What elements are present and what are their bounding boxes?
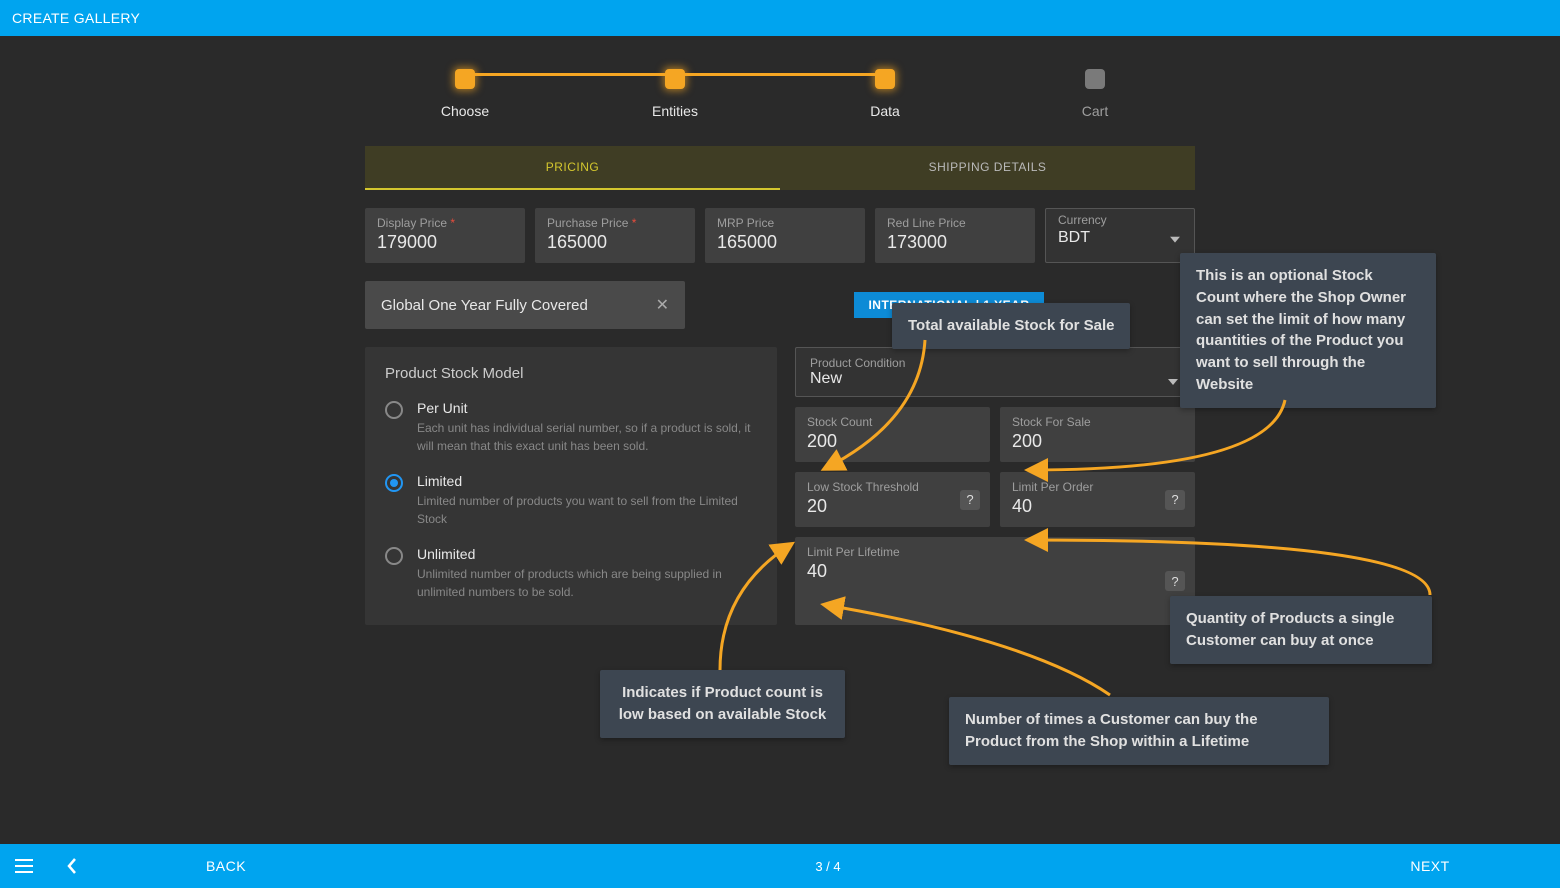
radio-desc: Unlimited number of products which are b… (417, 565, 757, 601)
step-box (1085, 69, 1105, 89)
back-button[interactable]: BACK (96, 858, 356, 874)
step-box (665, 69, 685, 89)
field-label: Limit Per Lifetime (807, 545, 1183, 559)
low-threshold-field[interactable]: Low Stock Threshold 20 ? (795, 472, 990, 527)
field-value: BDT (1058, 229, 1182, 247)
chevron-down-icon (1170, 229, 1180, 245)
warranty-text: Global One Year Fully Covered (381, 297, 588, 314)
header: CREATE GALLERY (0, 0, 1560, 36)
field-value: 165000 (717, 232, 853, 253)
step-box (875, 69, 895, 89)
header-title: CREATE GALLERY (12, 10, 140, 26)
callout-limit-order: Quantity of Products a single Customer c… (1170, 596, 1432, 664)
field-label: Low Stock Threshold (807, 480, 978, 494)
field-value: 40 (807, 561, 1183, 582)
close-icon[interactable]: ✕ (656, 295, 669, 315)
field-value: 200 (1012, 431, 1183, 452)
stock-model-panel: Product Stock Model Per Unit Each unit h… (365, 347, 777, 625)
help-icon[interactable]: ? (960, 490, 980, 510)
field-label: Purchase Price * (547, 216, 683, 230)
tab-bar: PRICING SHIPPING DETAILS (365, 146, 1195, 190)
radio-desc: Limited number of products you want to s… (417, 492, 757, 528)
callout-total-stock: Total available Stock for Sale (892, 303, 1130, 349)
field-value: 165000 (547, 232, 683, 253)
tab-shipping[interactable]: SHIPPING DETAILS (780, 146, 1195, 190)
step-label: Choose (441, 103, 489, 119)
step-cart[interactable]: Cart (990, 69, 1200, 119)
step-label: Entities (652, 103, 698, 119)
warranty-input[interactable]: Global One Year Fully Covered ✕ (365, 281, 685, 329)
purchase-price-field[interactable]: Purchase Price * 165000 (535, 208, 695, 263)
help-icon[interactable]: ? (1165, 571, 1185, 591)
callout-stock-for-sale: This is an optional Stock Count where th… (1180, 253, 1436, 408)
product-condition-select[interactable]: Product Condition New (795, 347, 1195, 397)
field-label: Display Price * (377, 216, 513, 230)
radio-icon[interactable] (385, 474, 403, 492)
radio-icon[interactable] (385, 401, 403, 419)
field-label: Stock For Sale (1012, 415, 1183, 429)
mrp-price-field[interactable]: MRP Price 165000 (705, 208, 865, 263)
display-price-field[interactable]: Display Price * 179000 (365, 208, 525, 263)
red-line-price-field[interactable]: Red Line Price 173000 (875, 208, 1035, 263)
back-icon[interactable] (48, 858, 96, 874)
radio-desc: Each unit has individual serial number, … (417, 419, 757, 455)
step-box (455, 69, 475, 89)
field-value: 179000 (377, 232, 513, 253)
field-label: Red Line Price (887, 216, 1023, 230)
field-value: 200 (807, 431, 978, 452)
currency-select[interactable]: Currency BDT (1045, 208, 1195, 263)
step-label: Data (870, 103, 900, 119)
radio-label: Limited (417, 473, 757, 489)
menu-icon[interactable] (0, 859, 48, 873)
step-choose[interactable]: Choose (360, 69, 570, 119)
field-label: Limit Per Order (1012, 480, 1183, 494)
chevron-down-icon (1168, 372, 1178, 388)
help-icon[interactable]: ? (1165, 490, 1185, 510)
stepper: Choose Entities Data Cart (0, 64, 1560, 124)
limit-per-lifetime-field[interactable]: Limit Per Lifetime 40 ? (795, 537, 1195, 625)
stock-for-sale-field[interactable]: Stock For Sale 200 (1000, 407, 1195, 462)
radio-label: Unlimited (417, 546, 757, 562)
next-button[interactable]: NEXT (1300, 858, 1560, 874)
field-label: Currency (1058, 213, 1182, 227)
field-value: 40 (1012, 496, 1183, 517)
step-data[interactable]: Data (780, 69, 990, 119)
stock-count-field[interactable]: Stock Count 200 (795, 407, 990, 462)
panel-title: Product Stock Model (385, 365, 757, 382)
field-value: New (810, 370, 1180, 388)
limit-per-order-field[interactable]: Limit Per Order 40 ? (1000, 472, 1195, 527)
field-label: Product Condition (810, 356, 1180, 370)
radio-icon[interactable] (385, 547, 403, 565)
field-value: 173000 (887, 232, 1023, 253)
radio-limited[interactable]: Limited Limited number of products you w… (385, 473, 757, 528)
callout-low-threshold: Indicates if Product count is low based … (600, 670, 845, 738)
two-column: Product Stock Model Per Unit Each unit h… (365, 347, 1195, 625)
price-row: Display Price * 179000 Purchase Price * … (365, 208, 1195, 263)
tab-pricing[interactable]: PRICING (365, 146, 780, 190)
radio-unlimited[interactable]: Unlimited Unlimited number of products w… (385, 546, 757, 601)
field-label: Stock Count (807, 415, 978, 429)
callout-limit-lifetime: Number of times a Customer can buy the P… (949, 697, 1329, 765)
field-value: 20 (807, 496, 978, 517)
right-column: Product Condition New Stock Count 200 St… (795, 347, 1195, 625)
page-indicator: 3 / 4 (356, 859, 1300, 874)
content: Display Price * 179000 Purchase Price * … (365, 190, 1195, 625)
radio-per-unit[interactable]: Per Unit Each unit has individual serial… (385, 400, 757, 455)
step-entities[interactable]: Entities (570, 69, 780, 119)
radio-label: Per Unit (417, 400, 757, 416)
footer: BACK 3 / 4 NEXT (0, 844, 1560, 888)
step-label: Cart (1082, 103, 1108, 119)
field-label: MRP Price (717, 216, 853, 230)
